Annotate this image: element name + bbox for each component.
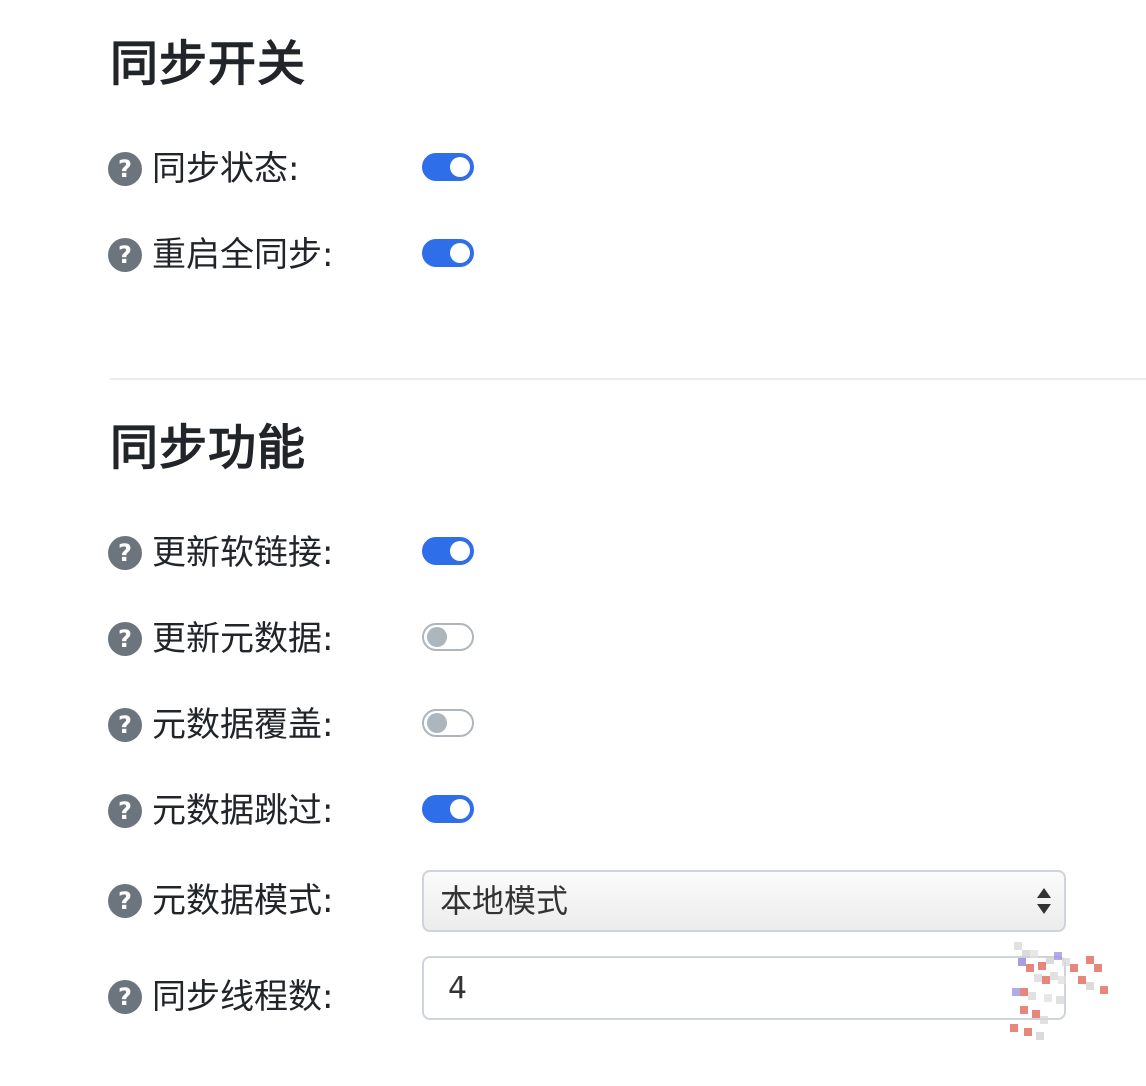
- toggle-knob: [427, 713, 447, 733]
- setting-row-metadata-skip: ? 元数据跳过:: [108, 786, 1108, 834]
- toggle-knob: [450, 243, 470, 263]
- setting-row-sync-threads: ? 同步线程数:: [108, 956, 1108, 1020]
- toggle-knob: [450, 157, 470, 177]
- section-title-sync-features: 同步功能: [110, 420, 307, 476]
- restart-full-sync-toggle[interactable]: [422, 239, 474, 267]
- toggle-knob: [450, 541, 470, 561]
- setting-label-update-metadata: 更新元数据:: [152, 619, 334, 659]
- help-icon[interactable]: ?: [108, 708, 142, 742]
- setting-label-update-symlink: 更新软链接:: [152, 533, 334, 573]
- setting-row-restart-full-sync: ? 重启全同步:: [108, 230, 1108, 278]
- help-icon[interactable]: ?: [108, 794, 142, 828]
- setting-row-update-metadata: ? 更新元数据:: [108, 614, 1108, 662]
- help-icon[interactable]: ?: [108, 536, 142, 570]
- section-title-sync-switch: 同步开关: [110, 36, 307, 92]
- setting-label-sync-threads: 同步线程数:: [152, 977, 334, 1017]
- setting-row-metadata-overwrite: ? 元数据覆盖:: [108, 700, 1108, 748]
- toggle-knob: [450, 799, 470, 819]
- select-updown-arrows-icon: [1037, 888, 1051, 914]
- metadata-mode-select[interactable]: 本地模式: [422, 870, 1066, 932]
- setting-label-restart-full-sync: 重启全同步:: [152, 235, 334, 275]
- setting-label-metadata-overwrite: 元数据覆盖:: [152, 705, 334, 745]
- help-icon[interactable]: ?: [108, 622, 142, 656]
- setting-label-metadata-mode: 元数据模式:: [152, 881, 334, 921]
- metadata-overwrite-toggle[interactable]: [422, 709, 474, 737]
- sync-threads-input[interactable]: [422, 956, 1066, 1020]
- help-icon[interactable]: ?: [108, 152, 142, 186]
- help-icon[interactable]: ?: [108, 238, 142, 272]
- sync-status-toggle[interactable]: [422, 153, 474, 181]
- section-divider: [110, 378, 1146, 380]
- help-icon[interactable]: ?: [108, 884, 142, 918]
- metadata-skip-toggle[interactable]: [422, 795, 474, 823]
- toggle-knob: [427, 627, 447, 647]
- setting-row-update-symlink: ? 更新软链接:: [108, 528, 1108, 576]
- metadata-mode-selected-value: 本地模式: [440, 882, 569, 920]
- help-icon[interactable]: ?: [108, 980, 142, 1014]
- setting-label-metadata-skip: 元数据跳过:: [152, 791, 334, 831]
- update-metadata-toggle[interactable]: [422, 623, 474, 651]
- setting-row-metadata-mode: ? 元数据模式: 本地模式: [108, 870, 1108, 932]
- update-symlink-toggle[interactable]: [422, 537, 474, 565]
- setting-row-sync-status: ? 同步状态:: [108, 144, 1108, 192]
- setting-label-sync-status: 同步状态:: [152, 149, 300, 189]
